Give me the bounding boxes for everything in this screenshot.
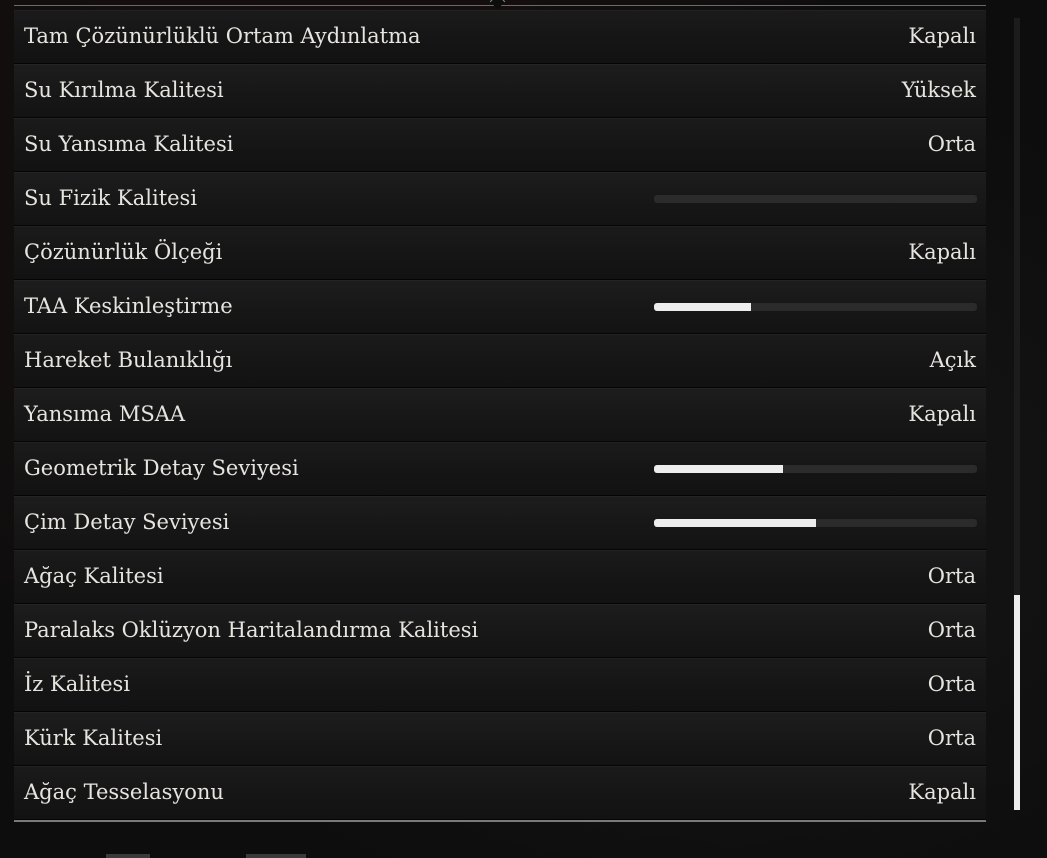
- setting-value[interactable]: Açık: [930, 347, 976, 373]
- setting-label: Hareket Bulanıklığı: [24, 348, 233, 372]
- setting-value[interactable]: Orta: [928, 563, 976, 589]
- setting-label: Ağaç Tesselasyonu: [24, 780, 224, 804]
- setting-value[interactable]: Orta: [928, 617, 976, 643]
- setting-row[interactable]: Kürk Kalitesi Orta: [14, 712, 986, 766]
- setting-label: Çim Detay Seviyesi: [24, 510, 230, 534]
- setting-label: Kürk Kalitesi: [24, 726, 163, 750]
- footer-tab-right[interactable]: [246, 854, 306, 858]
- setting-value[interactable]: Kapalı: [908, 23, 976, 49]
- setting-label: Su Yansıma Kalitesi: [24, 132, 234, 156]
- setting-row[interactable]: Su Yansıma Kalitesi Orta: [14, 118, 986, 172]
- setting-row[interactable]: Çim Detay Seviyesi: [14, 496, 986, 550]
- setting-row[interactable]: Paralaks Oklüzyon Haritalandırma Kalites…: [14, 604, 986, 658]
- setting-row[interactable]: Ağaç Tesselasyonu Kapalı: [14, 766, 986, 820]
- slider-track[interactable]: [654, 519, 977, 527]
- setting-label: Su Fizik Kalitesi: [24, 186, 198, 210]
- setting-row[interactable]: TAA Keskinleştirme: [14, 280, 986, 334]
- setting-value[interactable]: Kapalı: [908, 239, 976, 265]
- slider-fill: [654, 519, 816, 527]
- setting-label: Geometrik Detay Seviyesi: [24, 456, 299, 480]
- setting-row[interactable]: Tam Çözünürlüklü Ortam Aydınlatma Kapalı: [14, 10, 986, 64]
- slider-fill: [654, 303, 751, 311]
- slider-fill: [654, 465, 784, 473]
- scrollbar-thumb[interactable]: [1014, 595, 1020, 810]
- setting-label: Çözünürlük Ölçeği: [24, 240, 223, 264]
- bottom-divider: [14, 820, 986, 822]
- setting-value[interactable]: Kapalı: [908, 401, 976, 427]
- setting-row[interactable]: Yansıma MSAA Kapalı: [14, 388, 986, 442]
- setting-value[interactable]: Orta: [928, 671, 976, 697]
- setting-value[interactable]: Yüksek: [902, 77, 976, 103]
- setting-value[interactable]: Kapalı: [908, 779, 976, 805]
- setting-row[interactable]: Geometrik Detay Seviyesi: [14, 442, 986, 496]
- setting-value[interactable]: Orta: [928, 725, 976, 751]
- setting-row[interactable]: Çözünürlük Ölçeği Kapalı: [14, 226, 986, 280]
- setting-label: Ağaç Kalitesi: [24, 564, 164, 588]
- setting-label: İz Kalitesi: [24, 672, 131, 696]
- footer-tab-left[interactable]: [106, 854, 150, 858]
- slider-track[interactable]: [654, 195, 977, 203]
- setting-row[interactable]: Ağaç Kalitesi Orta: [14, 550, 986, 604]
- setting-label: Paralaks Oklüzyon Haritalandırma Kalites…: [24, 618, 479, 642]
- setting-label: Su Kırılma Kalitesi: [24, 78, 224, 102]
- setting-label: Tam Çözünürlüklü Ortam Aydınlatma: [24, 24, 421, 48]
- settings-list: Tam Çözünürlüklü Ortam Aydınlatma Kapalı…: [14, 10, 986, 820]
- setting-row[interactable]: Hareket Bulanıklığı Açık: [14, 334, 986, 388]
- setting-row[interactable]: Su Fizik Kalitesi: [14, 172, 986, 226]
- setting-row[interactable]: Su Kırılma Kalitesi Yüksek: [14, 64, 986, 118]
- slider-track[interactable]: [654, 465, 977, 473]
- setting-value[interactable]: Orta: [928, 131, 976, 157]
- setting-label: Yansıma MSAA: [24, 402, 186, 426]
- setting-label: TAA Keskinleştirme: [24, 294, 233, 318]
- slider-track[interactable]: [654, 303, 977, 311]
- setting-row[interactable]: İz Kalitesi Orta: [14, 658, 986, 712]
